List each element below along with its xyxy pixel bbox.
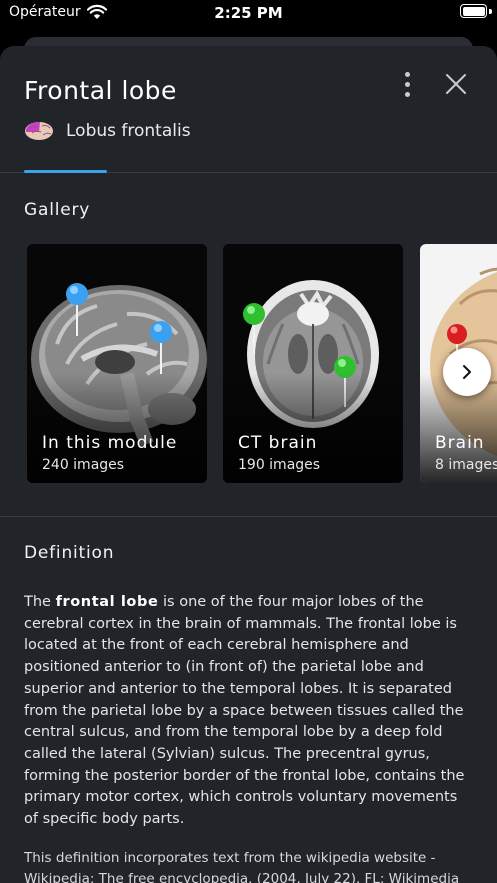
card-title: In this module — [42, 433, 178, 453]
definition-heading: Definition — [24, 543, 115, 563]
gallery-next-button[interactable] — [443, 348, 491, 396]
latin-name-row: Lobus frontalis — [24, 120, 191, 142]
gallery-heading: Gallery — [24, 200, 91, 220]
more-vertical-icon — [404, 71, 410, 77]
card-count: 240 images — [42, 457, 125, 473]
page-title: Frontal lobe — [24, 76, 177, 105]
status-bar: Opérateur 2:25 PM — [0, 0, 497, 28]
battery-tip — [489, 9, 492, 14]
section-divider — [0, 516, 497, 517]
definition-text: The frontal lobe is one of the four majo… — [24, 594, 465, 828]
more-options-button[interactable] — [396, 70, 418, 98]
card-title: CT brain — [238, 433, 318, 453]
definition-term: frontal lobe — [55, 594, 159, 610]
definition-source: This definition incorporates text from t… — [24, 850, 460, 883]
chevron-right-icon — [463, 365, 471, 379]
latin-name: Lobus frontalis — [66, 121, 191, 141]
detail-sheet: Frontal lobe Lobus frontalis Gallery In … — [0, 46, 497, 883]
brain-icon — [25, 121, 53, 140]
gallery-card-ct-brain[interactable]: CT brain 190 images — [223, 244, 403, 483]
battery-icon — [460, 4, 487, 18]
close-icon[interactable] — [442, 70, 470, 98]
status-time: 2:25 PM — [214, 4, 283, 22]
active-tab-indicator[interactable] — [24, 170, 107, 173]
card-count: 190 images — [238, 457, 321, 473]
card-title: Brain — [435, 433, 485, 453]
gallery-card-module[interactable]: In this module 240 images — [27, 244, 207, 483]
card-count: 8 images — [435, 457, 497, 473]
